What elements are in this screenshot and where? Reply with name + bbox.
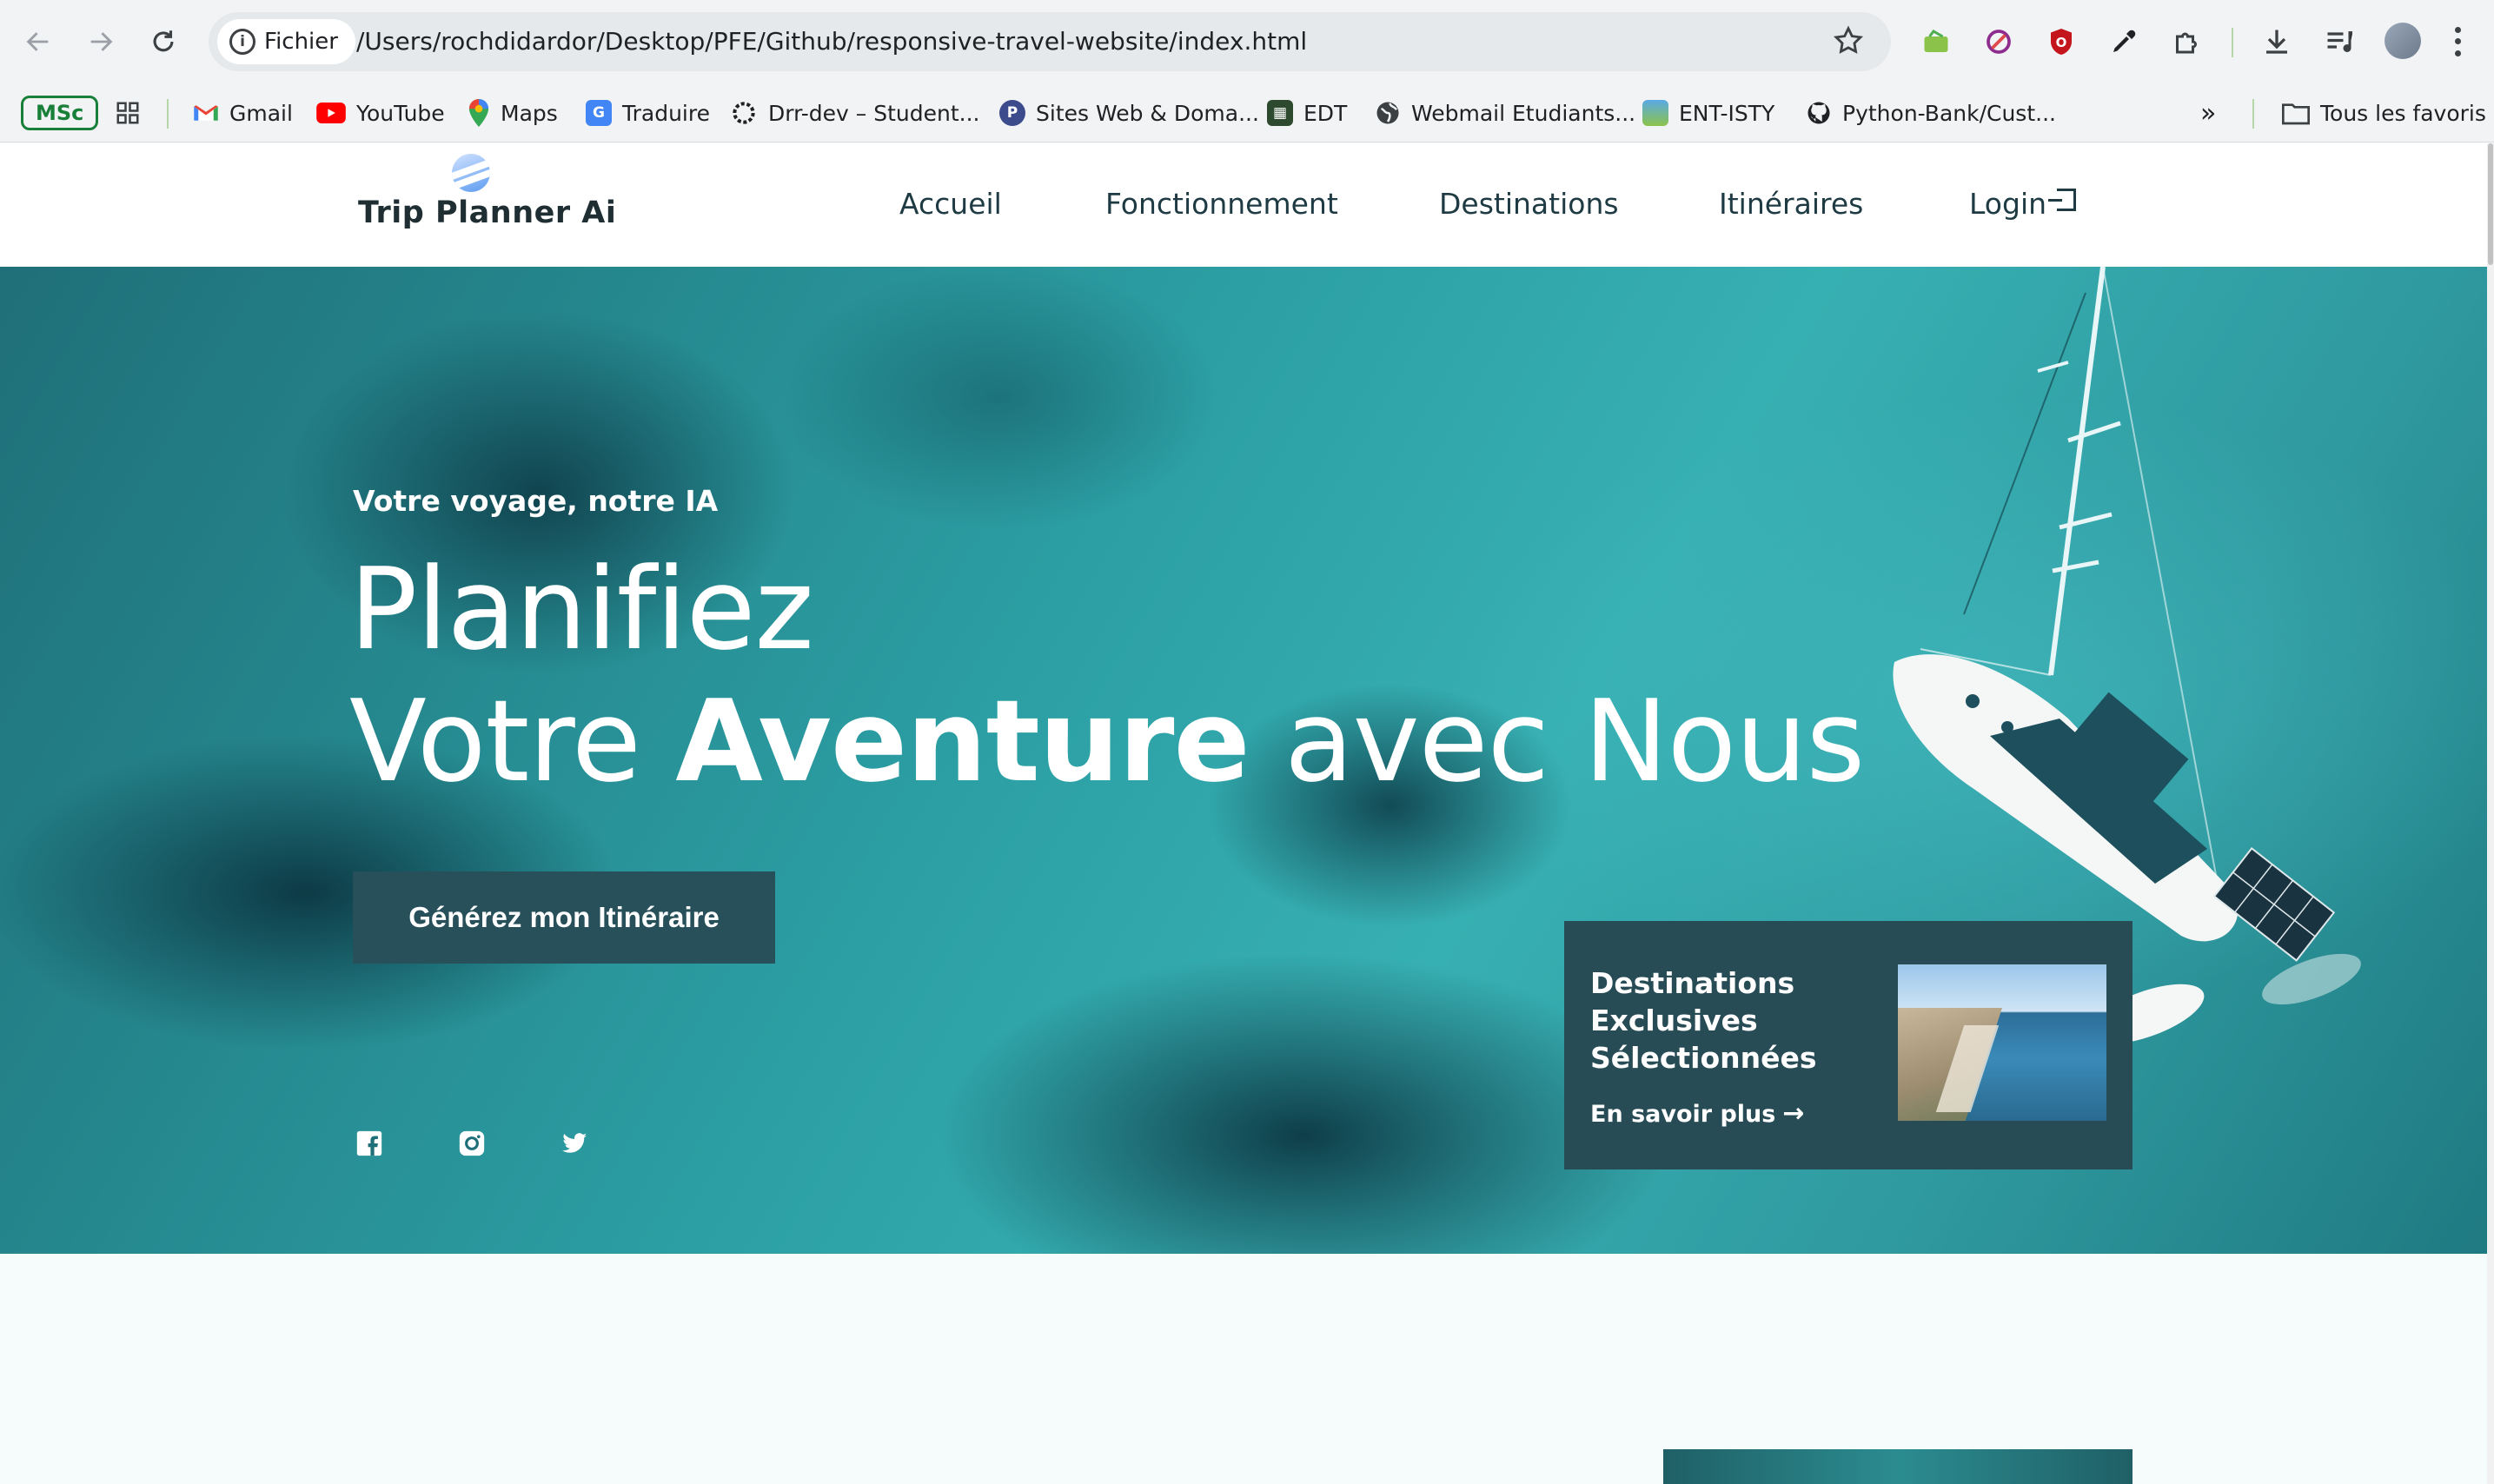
promo-title: Destinations Exclusives Sélectionnées <box>1590 966 1817 1075</box>
extensions-puzzle-icon[interactable] <box>2167 23 2205 61</box>
bookmark-webmail[interactable]: Webmail Etudiants... <box>1375 96 1635 130</box>
info-icon: i <box>229 29 255 55</box>
extension-block-icon[interactable] <box>1980 23 2018 61</box>
bookmark-edt[interactable]: ▦ EDT <box>1267 96 1347 130</box>
extension-eyedropper-icon[interactable] <box>2105 23 2143 61</box>
bookmark-python-bank[interactable]: Python-Bank/Cust... <box>1806 96 2056 130</box>
bookmark-maps[interactable]: Maps <box>468 96 558 130</box>
bookmark-drr-dev[interactable]: Drr-dev – Student... <box>730 96 979 130</box>
apps-grid-icon[interactable] <box>115 96 141 130</box>
reload-icon <box>153 30 174 52</box>
hero-section: Votre voyage, notre IA Planifiez Votre A… <box>0 267 2487 1254</box>
site-header: Trip Planner Ai Accueil Fonctionnement D… <box>0 143 2487 267</box>
section-image-preview <box>1663 1449 2133 1484</box>
page-scrollbar[interactable] <box>2487 143 2494 1484</box>
profile-avatar[interactable] <box>2385 23 2421 59</box>
media-control-icon[interactable] <box>2320 23 2358 61</box>
browser-toolbar: i Fichier /Users/rochdidardor/Desktop/PF… <box>0 0 2494 83</box>
nav-destinations[interactable]: Destinations <box>1439 187 1619 221</box>
download-icon[interactable] <box>2258 23 2296 61</box>
facebook-icon[interactable] <box>355 1129 384 1158</box>
bookmark-traduire[interactable]: G Traduire <box>586 96 710 130</box>
nav-accueil[interactable]: Accueil <box>899 187 1002 221</box>
promo-coastline-image <box>1898 964 2106 1121</box>
calendar-icon: ▦ <box>1267 100 1293 126</box>
arrow-right-icon: → <box>1782 1098 1805 1129</box>
back-button[interactable] <box>17 21 59 63</box>
arrow-left-icon <box>26 32 49 51</box>
youtube-icon <box>316 103 346 123</box>
forward-button[interactable] <box>80 21 122 63</box>
learn-more-link[interactable]: En savoir plus → <box>1590 1098 1805 1129</box>
more-bookmarks-icon[interactable]: » <box>2200 96 2216 130</box>
browser-menu-icon[interactable] <box>2449 24 2466 59</box>
bookmark-youtube[interactable]: YouTube <box>316 96 445 130</box>
extension-ublock-icon[interactable]: O <box>2042 23 2080 61</box>
site-logo[interactable]: Trip Planner Ai <box>358 195 616 230</box>
reload-button[interactable] <box>143 21 184 63</box>
bookmark-star-icon[interactable] <box>1832 24 1865 57</box>
bookmark-msc[interactable]: MSc <box>21 96 99 130</box>
arrow-right-icon <box>90 32 113 51</box>
bookmarks-bar: MSc Gmail YouTube Maps G Traduire Drr-de… <box>0 83 2494 142</box>
site-info-chip[interactable]: i Fichier <box>217 19 355 64</box>
hero-title-line2: Votre Aventure avec Nous <box>349 675 1865 807</box>
svg-text:O: O <box>2056 35 2067 50</box>
folder-icon <box>2282 103 2310 125</box>
hero-kicker: Votre voyage, notre IA <box>353 484 719 518</box>
gmail-icon <box>194 105 218 121</box>
generate-itinerary-button[interactable]: Générez mon Itinéraire <box>353 871 775 964</box>
scrollbar-thumb[interactable] <box>2488 143 2493 265</box>
bookmark-sites-web[interactable]: P Sites Web & Doma... <box>999 96 1259 130</box>
promo-card[interactable]: Destinations Exclusives Sélectionnées En… <box>1564 921 2133 1169</box>
instagram-icon[interactable] <box>457 1129 487 1158</box>
bookmark-gmail[interactable]: Gmail <box>193 96 293 130</box>
bookmark-ent-isty[interactable]: ENT-ISTY <box>1642 96 1774 130</box>
nav-fonctionnement[interactable]: Fonctionnement <box>1105 187 1338 221</box>
twitter-icon[interactable] <box>560 1129 589 1158</box>
ent-icon <box>1642 100 1668 126</box>
all-favorites-folder[interactable]: Tous les favoris <box>2282 96 2486 130</box>
hero-title-line1: Planifiez <box>349 543 814 675</box>
extension-mail-icon[interactable] <box>1917 23 1955 61</box>
login-icon <box>2048 189 2077 211</box>
github-icon <box>1807 102 1830 124</box>
url-text[interactable]: /Users/rochdidardor/Desktop/PFE/Github/r… <box>356 27 1307 56</box>
nav-itineraires[interactable]: Itinéraires <box>1719 187 1863 221</box>
maps-icon <box>468 99 489 127</box>
loader-icon <box>733 102 755 124</box>
site-chip-label: Fichier <box>264 29 338 55</box>
globe-icon <box>1376 102 1399 124</box>
nav-login[interactable]: Login <box>1969 187 2077 221</box>
logo-globe-icon[interactable] <box>452 154 490 192</box>
p-icon: P <box>999 100 1025 126</box>
translate-icon: G <box>586 100 612 126</box>
address-bar[interactable]: i Fichier /Users/rochdidardor/Desktop/PF… <box>209 12 1891 71</box>
